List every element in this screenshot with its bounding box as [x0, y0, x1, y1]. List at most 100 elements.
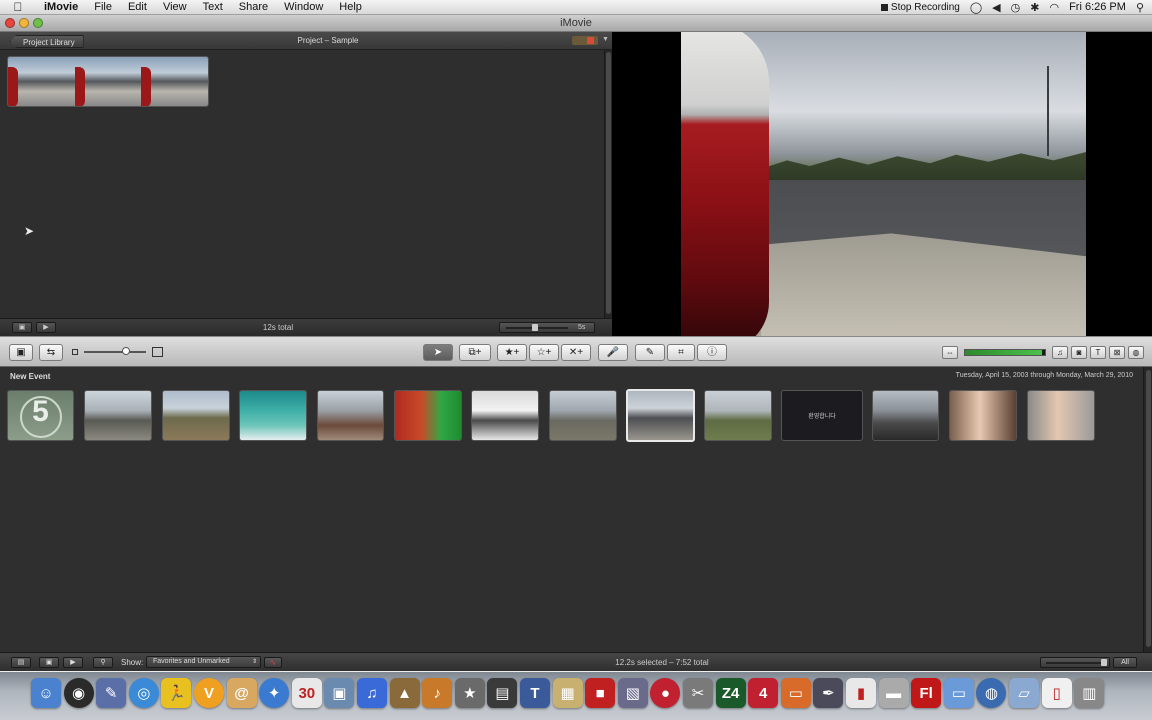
clip-title-text: 환영합니다 — [808, 414, 836, 420]
menu-share[interactable]: Share — [231, 0, 276, 15]
project-dropdown-icon[interactable]: ▼ — [602, 36, 609, 43]
small-thumb-icon — [72, 349, 78, 355]
event-clip-selected[interactable] — [626, 389, 695, 442]
document-icon[interactable]: ▯ — [1041, 678, 1072, 708]
sync-icon[interactable]: ◯ — [970, 1, 982, 14]
menu-window[interactable]: Window — [276, 0, 331, 15]
event-clip[interactable]: 5 — [7, 390, 74, 441]
dashboard-icon[interactable]: ◉ — [63, 678, 94, 708]
folder-icon[interactable]: ▱ — [1009, 678, 1039, 708]
vlc-icon[interactable]: V — [194, 678, 224, 708]
app-menu[interactable]: iMovie — [36, 0, 86, 15]
trash-icon[interactable]: ▥ — [1074, 678, 1105, 708]
flash-icon[interactable]: ● — [650, 678, 681, 708]
info-button[interactable]: ⓘ — [697, 344, 727, 361]
menu-view[interactable]: View — [155, 0, 195, 15]
voiceover-button[interactable]: 🎤 — [598, 344, 628, 361]
screen-icon[interactable]: ▭ — [943, 678, 974, 708]
project-theme-icon[interactable] — [572, 36, 598, 45]
event-zoom-slider[interactable] — [1040, 657, 1110, 668]
all-button[interactable]: All — [1113, 657, 1137, 668]
project-scrollbar[interactable] — [604, 50, 612, 318]
event-clip[interactable] — [239, 390, 307, 441]
safari-icon[interactable]: ✦ — [259, 678, 290, 708]
map-browser-button[interactable]: ◍ — [1128, 346, 1144, 359]
apple-menu-icon[interactable]:  — [0, 0, 36, 14]
network-icon[interactable]: ◍ — [976, 678, 1007, 708]
menu-edit[interactable]: Edit — [120, 0, 155, 15]
ical-icon[interactable]: 30 — [291, 678, 322, 708]
event-clip[interactable] — [471, 390, 539, 441]
clapper-icon[interactable]: ▤ — [487, 678, 518, 708]
gallery-icon[interactable]: ▧ — [617, 678, 648, 708]
zoom-knob[interactable] — [532, 324, 538, 331]
event-clip[interactable] — [162, 390, 230, 441]
event-clip[interactable] — [317, 390, 384, 441]
event-clip[interactable]: 환영합니다 — [781, 390, 863, 441]
mark-favorite-button[interactable]: ★+ — [497, 344, 527, 361]
thumbnail-size-slider[interactable] — [72, 347, 164, 357]
video-viewer[interactable] — [612, 32, 1152, 336]
fl-icon[interactable]: Fl — [911, 678, 942, 708]
project-zoom-slider[interactable]: 5s — [499, 322, 595, 333]
address-book-icon[interactable]: @ — [226, 678, 257, 708]
photo-browser-button[interactable]: ◙ — [1071, 346, 1087, 359]
menu-file[interactable]: File — [86, 0, 120, 15]
project-scroll-thumb[interactable] — [606, 52, 611, 314]
unmark-button[interactable]: ☆+ — [529, 344, 559, 361]
preview-icon[interactable]: ✎ — [96, 678, 127, 708]
pen-icon[interactable]: ✒ — [813, 678, 844, 708]
menu-clock[interactable]: Fri 6:26 PM — [1069, 1, 1126, 13]
ichat-icon[interactable]: ◎ — [128, 678, 159, 708]
z4-icon[interactable]: Z4 — [715, 678, 746, 708]
iphoto-icon[interactable]: ▣ — [324, 678, 355, 708]
swap-button[interactable]: ⇆ — [39, 344, 63, 361]
title-browser-button[interactable]: T — [1090, 346, 1106, 359]
crop-button[interactable]: ⌗ — [667, 344, 695, 361]
audio-skimming-button[interactable]: ⇔ — [942, 346, 958, 359]
red-app-icon[interactable]: ■ — [585, 678, 616, 708]
bluetooth-icon[interactable]: ✱ — [1030, 1, 1039, 14]
volume-icon[interactable]: ◀ — [992, 1, 1000, 14]
imovie-dock-icon[interactable]: ★ — [454, 678, 485, 708]
star4-icon[interactable]: 4 — [748, 678, 779, 708]
color-dropper-button[interactable]: ✎ — [635, 344, 665, 361]
presentation-icon[interactable]: ▭ — [780, 678, 811, 708]
reject-button[interactable]: ✕+ — [561, 344, 591, 361]
stop-recording-button[interactable]: Stop Recording — [880, 1, 960, 13]
notes-icon[interactable]: ▦ — [552, 678, 583, 708]
music-browser-button[interactable]: ♫ — [1052, 346, 1068, 359]
event-clip[interactable] — [1027, 390, 1095, 441]
event-zoom-knob[interactable] — [1101, 659, 1107, 666]
tools-icon[interactable]: ✂ — [683, 678, 713, 708]
menu-text[interactable]: Text — [195, 0, 231, 15]
aim-icon[interactable]: 🏃 — [161, 678, 192, 708]
itunes-icon[interactable]: ♫ — [357, 678, 387, 708]
keyboard-icon[interactable]: ▬ — [878, 678, 909, 708]
menu-help[interactable]: Help — [331, 0, 370, 15]
photos-icon[interactable]: ▲ — [389, 678, 420, 708]
event-scrollbar[interactable] — [1143, 367, 1152, 652]
select-tool-button[interactable]: ➤ — [423, 344, 453, 361]
event-scroll-thumb[interactable] — [1146, 370, 1151, 647]
timemachine-icon[interactable]: ◷ — [1011, 1, 1021, 14]
event-clip[interactable] — [394, 390, 462, 441]
menu-bar:  iMovie File Edit View Text Share Windo… — [0, 0, 1152, 15]
chart-app-icon[interactable]: ▮ — [846, 678, 876, 708]
garageband-icon[interactable]: ♪ — [422, 678, 453, 708]
event-clip[interactable] — [704, 390, 772, 441]
thumb-slider-knob[interactable] — [122, 347, 130, 355]
event-clip[interactable] — [949, 390, 1017, 441]
event-clip[interactable] — [549, 390, 617, 441]
add-to-project-button[interactable]: ⧉+ — [459, 344, 491, 361]
spotlight-search-icon[interactable]: ⚲ — [1136, 1, 1144, 14]
event-clip[interactable] — [872, 390, 939, 441]
finder-icon[interactable]: ☺ — [31, 678, 61, 708]
transition-browser-button[interactable]: ⊠ — [1109, 346, 1125, 359]
textedit-icon[interactable]: T — [520, 678, 550, 708]
stop-recording-label: Stop Recording — [890, 1, 960, 13]
project-filmstrip[interactable] — [7, 56, 209, 107]
wifi-icon[interactable]: ◠ — [1049, 1, 1059, 14]
camera-import-button[interactable]: ▣ — [9, 344, 33, 361]
event-clip[interactable] — [84, 390, 152, 441]
